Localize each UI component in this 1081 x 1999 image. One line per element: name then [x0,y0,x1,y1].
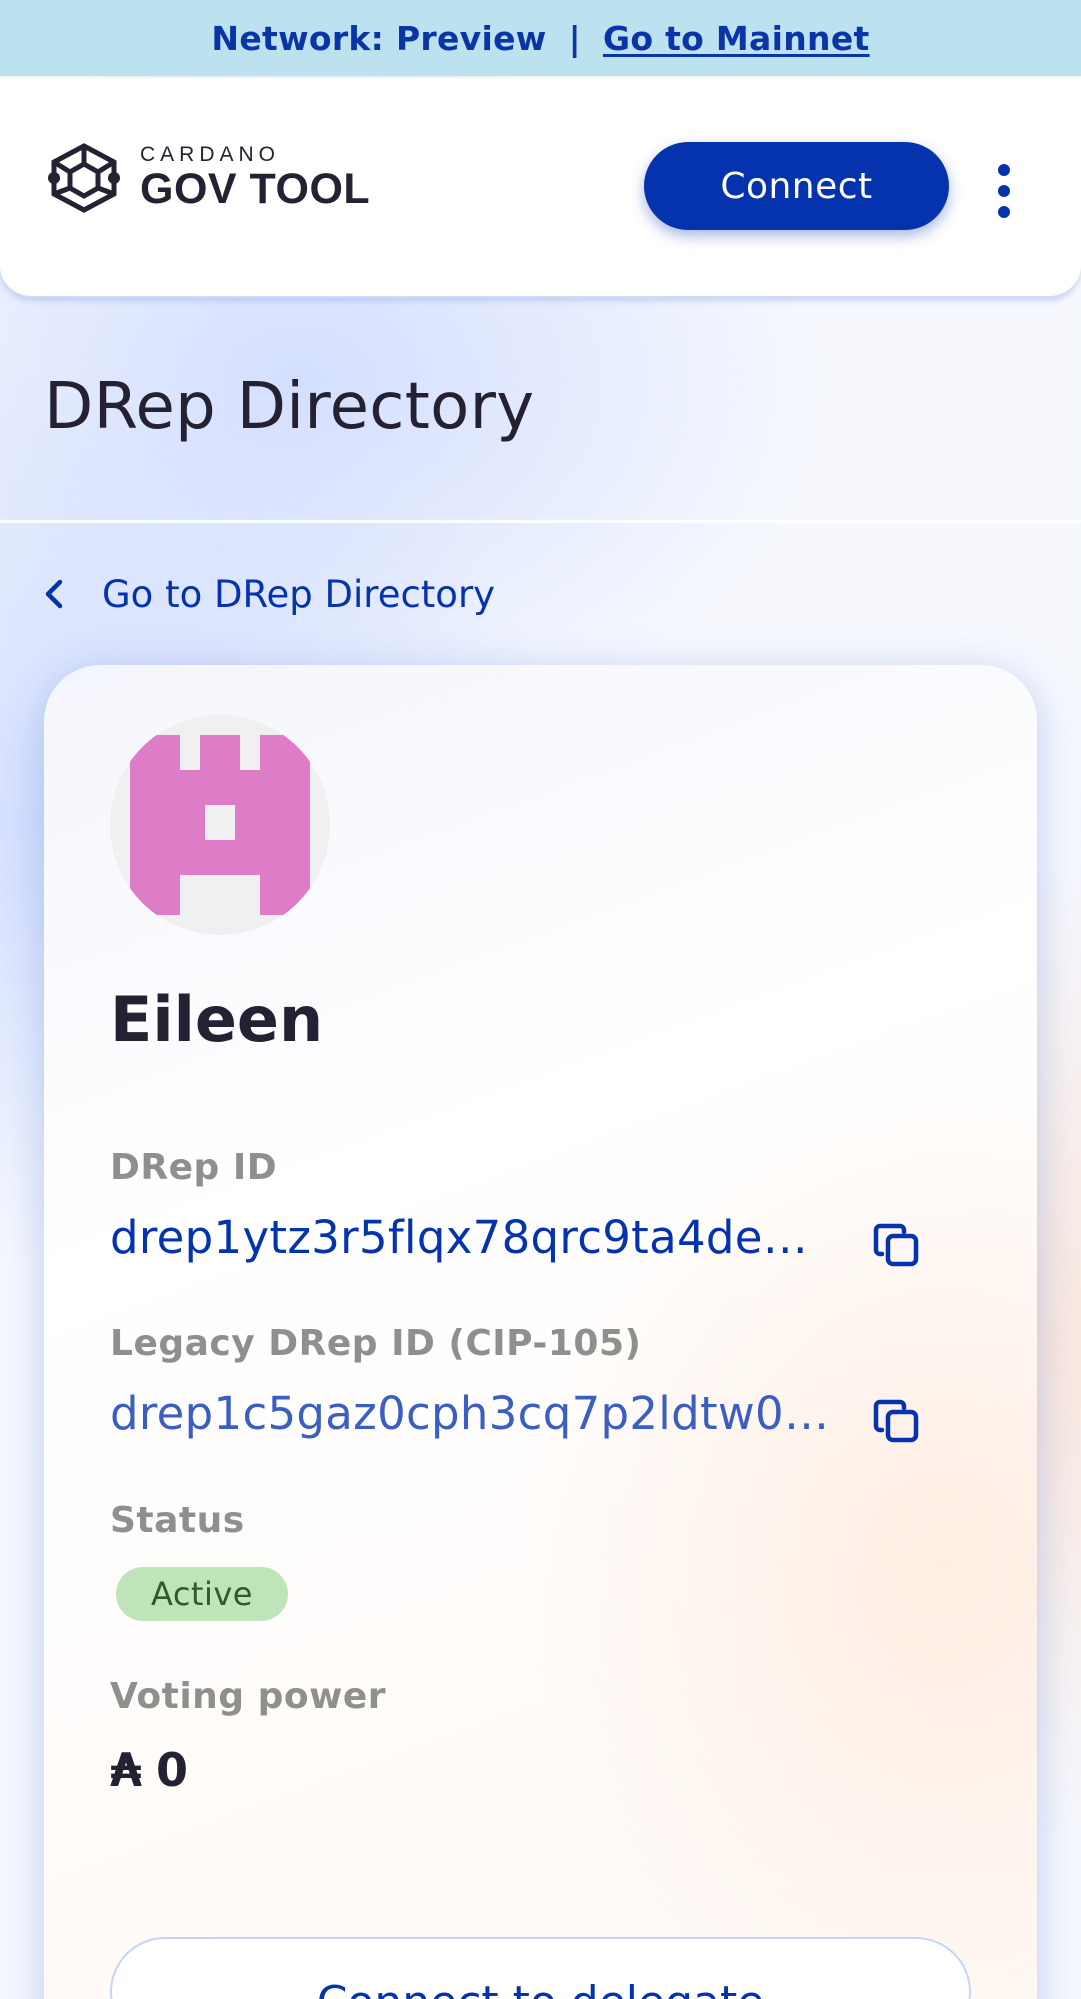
connect-to-delegate-button[interactable]: Connect to delegate [110,1937,971,1999]
menu-dot [998,206,1010,218]
logo-small-text: CARDANO [140,143,281,166]
network-banner: Network: Preview | Go to Mainnet [0,0,1081,76]
status-badge: Active [116,1567,288,1621]
legacy-drep-id-label: Legacy DRep ID (CIP-105) [110,1323,642,1364]
title-divider [0,520,1081,523]
back-link-label: Go to DRep Directory [102,572,496,616]
page-title: DRep Directory [44,370,535,444]
avatar [110,715,330,935]
drep-name: Eileen [110,983,324,1056]
menu-dot [998,185,1010,197]
logo-text: CARDANO GOV TOOL [140,143,371,213]
menu-dot [998,164,1010,176]
status-label: Status [110,1500,245,1541]
chevron-left-icon [45,579,63,609]
network-label: Network: Preview [211,18,547,58]
more-vertical-icon[interactable] [982,156,1026,226]
drep-id-value: drep1ytz3r5flqx78qrc9ta4de7kl… [110,1211,830,1264]
drep-card: Eileen DRep ID drep1ytz3r5flqx78qrc9ta4d… [44,665,1037,1999]
copy-icon[interactable] [870,1218,924,1272]
voting-power-amount: 0 [156,1743,189,1797]
gov-tool-logo[interactable]: CARDANO GOV TOOL [44,142,370,214]
voting-power-label: Voting power [110,1676,387,1717]
drep-id-label: DRep ID [110,1147,278,1188]
cardano-hexagon-logo-icon [48,143,120,213]
connect-wallet-button[interactable]: Connect [644,142,949,230]
back-to-directory-link[interactable]: Go to DRep Directory [40,568,495,620]
voting-power-value: ₳ 0 [110,1743,188,1797]
app-header: CARDANO GOV TOOL Connect [0,78,1081,298]
ada-currency-icon: ₳ [110,1743,143,1797]
legacy-drep-id-value: drep1c5gaz0cph3cq7p2ldtw04… [110,1387,830,1440]
banner-separator: | [568,18,581,58]
copy-icon[interactable] [870,1394,924,1448]
logo-big-text: GOV TOOL [140,165,371,213]
go-to-mainnet-link[interactable]: Go to Mainnet [603,19,870,58]
